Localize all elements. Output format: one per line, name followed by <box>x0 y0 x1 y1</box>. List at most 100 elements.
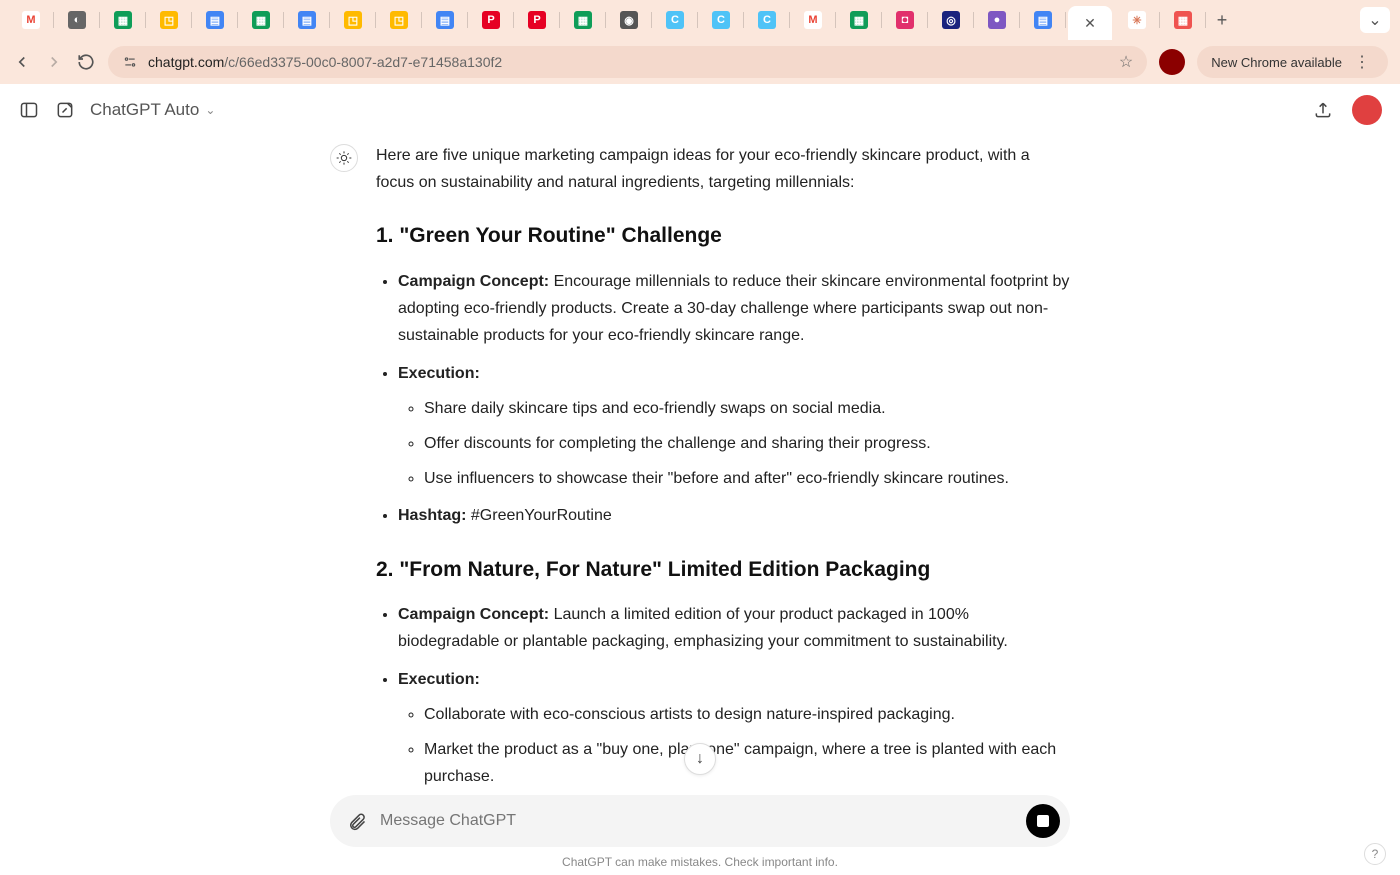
tab-pinterest-2[interactable]: P <box>516 6 558 34</box>
assistant-avatar-icon <box>330 144 358 172</box>
tab-gmail[interactable]: M <box>10 6 52 34</box>
help-button[interactable]: ? <box>1364 843 1386 865</box>
section-1-heading: 1. "Green Your Routine" Challenge <box>376 218 1070 254</box>
drive-icon: ◳ <box>344 11 362 29</box>
site-settings-icon[interactable] <box>122 54 138 70</box>
active-tab-chatgpt[interactable]: ✕ <box>1068 6 1112 40</box>
section-2-heading: 2. "From Nature, For Nature" Limited Edi… <box>376 552 1070 588</box>
docs-icon: ▤ <box>1034 11 1052 29</box>
list-item: Share daily skincare tips and eco-friend… <box>424 395 1070 422</box>
app-icon: ● <box>988 11 1006 29</box>
tab-c-2[interactable]: C <box>700 6 742 34</box>
new-tab-button[interactable]: + <box>1208 10 1236 31</box>
sheets-icon: ▦ <box>574 11 592 29</box>
pinterest-icon: P <box>528 11 546 29</box>
new-chat-icon[interactable] <box>54 99 76 121</box>
c-icon: C <box>758 11 776 29</box>
pinterest-icon: P <box>482 11 500 29</box>
browser-tabs-strip: M ◐ ▦ ◳ ▤ ▦ ▤ ◳ ◳ ▤ P P ▦ ◉ C C C M ▦ ◘ … <box>0 0 1400 40</box>
claude-icon: ✳ <box>1128 11 1146 29</box>
banner-label: New Chrome available <box>1211 55 1342 70</box>
user-avatar[interactable] <box>1352 95 1382 125</box>
tab-docs-3[interactable]: ▤ <box>424 6 466 34</box>
tab-drive-2[interactable]: ◳ <box>332 6 374 34</box>
tab-globe[interactable]: ◐ <box>56 6 98 34</box>
address-bar[interactable]: chatgpt.com/c/66ed3375-00c0-8007-a2d7-e7… <box>108 46 1147 78</box>
chrome-update-banner[interactable]: New Chrome available ⋮ <box>1197 46 1388 78</box>
reload-button[interactable] <box>76 52 96 72</box>
tabs-dropdown-button[interactable]: ⌄ <box>1360 7 1390 33</box>
arrow-down-icon: ↓ <box>696 750 704 768</box>
list-item: Use influencers to showcase their "befor… <box>424 465 1070 492</box>
model-label: ChatGPT Auto <box>90 100 199 120</box>
chat-thread[interactable]: Here are five unique marketing campaign … <box>0 136 1400 785</box>
assistant-content: Here are five unique marketing campaign … <box>376 142 1070 785</box>
sheets-icon: ▦ <box>850 11 868 29</box>
section-2-concept: Campaign Concept: Launch a limited editi… <box>398 601 1070 655</box>
drive-icon: ◳ <box>390 11 408 29</box>
share-icon[interactable] <box>1312 99 1334 121</box>
tab-red-app[interactable]: ▦ <box>1162 6 1204 34</box>
app-topbar: ChatGPT Auto ⌄ <box>0 84 1400 136</box>
tab-arc[interactable]: ◉ <box>608 6 650 34</box>
tab-claude[interactable]: ✳ <box>1116 6 1158 34</box>
tab-sheets-2[interactable]: ▦ <box>240 6 282 34</box>
back-button[interactable] <box>12 52 32 72</box>
tab-instagram[interactable]: ◘ <box>884 6 926 34</box>
sheets-icon: ▦ <box>252 11 270 29</box>
message-input[interactable] <box>380 812 1014 830</box>
globe-icon: ◐ <box>68 11 86 29</box>
list-item: Market the product as a "buy one, plant … <box>424 736 1070 785</box>
section-1-concept: Campaign Concept: Encourage millennials … <box>398 268 1070 350</box>
browser-profile-avatar[interactable] <box>1159 49 1185 75</box>
docs-icon: ▤ <box>436 11 454 29</box>
app-icon: ◎ <box>942 11 960 29</box>
section-2-execution: Execution: Collaborate with eco-consciou… <box>398 666 1070 785</box>
app-icon: ▦ <box>1174 11 1192 29</box>
tab-docs-4[interactable]: ▤ <box>1022 6 1064 34</box>
url-text: chatgpt.com/c/66ed3375-00c0-8007-a2d7-e7… <box>148 54 1109 70</box>
tab-c-3[interactable]: C <box>746 6 788 34</box>
close-icon[interactable]: ✕ <box>1084 15 1096 32</box>
intro-text: Here are five unique marketing campaign … <box>376 142 1070 196</box>
browser-toolbar: chatgpt.com/c/66ed3375-00c0-8007-a2d7-e7… <box>0 40 1400 84</box>
tab-navy[interactable]: ◎ <box>930 6 972 34</box>
tab-purple[interactable]: ● <box>976 6 1018 34</box>
chevron-down-icon: ⌄ <box>205 103 215 117</box>
tab-sheets-1[interactable]: ▦ <box>102 6 144 34</box>
tab-gmail-2[interactable]: M <box>792 6 834 34</box>
model-picker[interactable]: ChatGPT Auto ⌄ <box>90 100 215 120</box>
tab-sheets-3[interactable]: ▦ <box>562 6 604 34</box>
c-icon: C <box>666 11 684 29</box>
stop-button[interactable] <box>1026 804 1060 838</box>
scroll-to-bottom-button[interactable]: ↓ <box>684 743 716 775</box>
attach-icon[interactable] <box>346 810 368 832</box>
drive-icon: ◳ <box>160 11 178 29</box>
composer[interactable] <box>330 795 1070 847</box>
list-item: Offer discounts for completing the chall… <box>424 430 1070 457</box>
c-icon: C <box>712 11 730 29</box>
footer-disclaimer: ChatGPT can make mistakes. Check importa… <box>0 855 1400 869</box>
tab-docs-2[interactable]: ▤ <box>286 6 328 34</box>
forward-button[interactable] <box>44 52 64 72</box>
arc-icon: ◉ <box>620 11 638 29</box>
browser-menu-icon[interactable]: ⋮ <box>1350 52 1374 72</box>
tab-pinterest-1[interactable]: P <box>470 6 512 34</box>
chatgpt-app: ChatGPT Auto ⌄ Here are five unique mark… <box>0 84 1400 875</box>
assistant-message: Here are five unique marketing campaign … <box>330 142 1070 785</box>
tab-c-1[interactable]: C <box>654 6 696 34</box>
section-1-execution: Execution: Share daily skincare tips and… <box>398 360 1070 493</box>
gmail-icon: M <box>804 11 822 29</box>
section-1-hashtag: Hashtag: #GreenYourRoutine <box>398 502 1070 529</box>
instagram-icon: ◘ <box>896 11 914 29</box>
tab-docs-1[interactable]: ▤ <box>194 6 236 34</box>
sidebar-toggle-icon[interactable] <box>18 99 40 121</box>
help-icon: ? <box>1372 847 1379 861</box>
composer-area <box>330 795 1070 847</box>
gmail-icon: M <box>22 11 40 29</box>
sheets-icon: ▦ <box>114 11 132 29</box>
tab-drive-3[interactable]: ◳ <box>378 6 420 34</box>
tab-drive-1[interactable]: ◳ <box>148 6 190 34</box>
tab-sheets-4[interactable]: ▦ <box>838 6 880 34</box>
bookmark-star-icon[interactable]: ☆ <box>1119 52 1133 72</box>
